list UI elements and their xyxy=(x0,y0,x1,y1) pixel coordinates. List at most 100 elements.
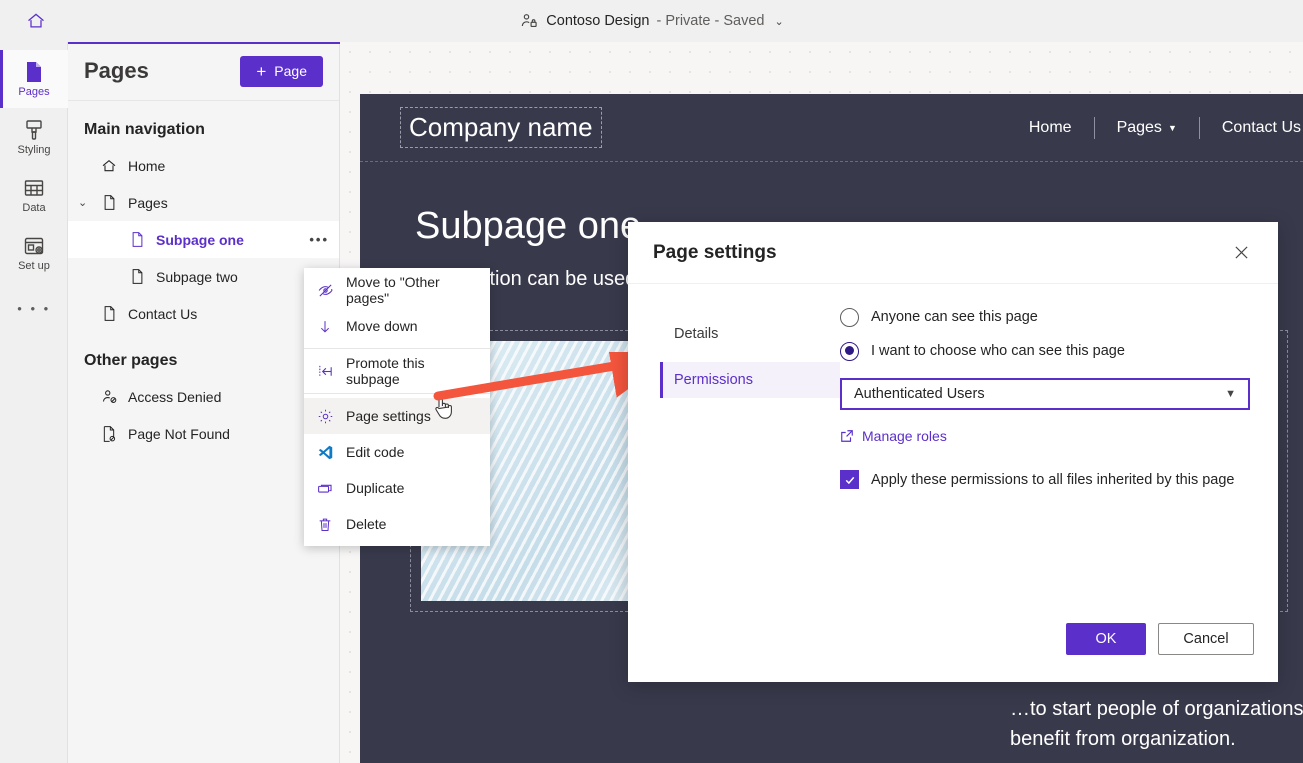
chevron-down-icon[interactable]: ⌄ xyxy=(78,196,87,209)
site-company-name[interactable]: Company name xyxy=(400,107,602,148)
permissions-fields: Anyone can see this page I want to choos… xyxy=(840,302,1278,596)
trash-icon xyxy=(316,516,334,533)
add-page-button[interactable]: + Page xyxy=(240,56,323,87)
site-nav-contact-us[interactable]: Contact Us xyxy=(1200,119,1303,137)
radio-icon-checked xyxy=(840,342,859,361)
chevron-down-icon[interactable]: ⌄ xyxy=(774,15,783,28)
file-icon xyxy=(98,194,120,211)
vscode-icon xyxy=(316,444,334,461)
ctx-label-promote-this-subpage: Promote this subpage xyxy=(346,355,478,387)
ctx-label-page-settings: Page settings xyxy=(346,408,431,424)
nav-item-page-not-found[interactable]: Page Not Found xyxy=(68,415,339,452)
ctx-item-move-to-other-pages[interactable]: Move to "Other pages" xyxy=(304,272,490,308)
project-name: Contoso Design xyxy=(546,13,649,29)
rail-item-data[interactable]: Data xyxy=(0,166,68,224)
nav-label-contact-us: Contact Us xyxy=(128,306,197,322)
rail-more-button[interactable]: • • • xyxy=(0,282,68,334)
file-icon xyxy=(98,305,120,322)
tab-details[interactable]: Details xyxy=(660,316,840,352)
pages-panel: Pages + Page Main navigation Home ⌄ Page… xyxy=(68,42,340,763)
site-nav-pages[interactable]: Pages ▼ xyxy=(1095,119,1199,137)
person-blocked-icon xyxy=(98,388,120,405)
add-page-label: Page xyxy=(274,63,307,79)
dialog-tab-list: Details Permissions xyxy=(628,302,840,596)
rail-label-pages: Pages xyxy=(18,87,49,98)
nav-item-subpage-one[interactable]: Subpage one ••• xyxy=(68,221,339,258)
dialog-title: Page settings xyxy=(653,242,777,264)
ctx-item-edit-code[interactable]: Edit code xyxy=(304,434,490,470)
dialog-header: Page settings xyxy=(628,222,1278,284)
nav-item-pages[interactable]: ⌄ Pages xyxy=(68,184,339,221)
page-context-menu: Move to "Other pages" Move down Promote … xyxy=(304,268,490,546)
file-blocked-icon xyxy=(98,425,120,443)
pages-panel-header: Pages + Page xyxy=(68,42,339,101)
home-button[interactable] xyxy=(20,6,52,36)
roles-select[interactable]: Authenticated Users ▼ xyxy=(840,378,1250,410)
rail-label-setup: Set up xyxy=(18,261,50,272)
project-meta: - Private - Saved xyxy=(656,13,764,29)
tab-permissions-label: Permissions xyxy=(674,372,753,388)
ctx-item-delete[interactable]: Delete xyxy=(304,506,490,542)
site-nav-home[interactable]: Home xyxy=(1007,119,1094,137)
rail-label-styling: Styling xyxy=(17,145,50,156)
nav-label-pages: Pages xyxy=(128,195,168,211)
ctx-item-promote-this-subpage[interactable]: Promote this subpage xyxy=(304,353,490,389)
nav-label-page-not-found: Page Not Found xyxy=(128,426,230,442)
rail-label-data: Data xyxy=(22,203,45,214)
site-nav-contact-label: Contact Us xyxy=(1222,119,1301,137)
close-icon xyxy=(1234,245,1249,260)
ok-button[interactable]: OK xyxy=(1066,623,1146,655)
ctx-item-duplicate[interactable]: Duplicate xyxy=(304,470,490,506)
table-icon xyxy=(22,176,46,200)
roles-select-value: Authenticated Users xyxy=(854,386,985,402)
site-body-text[interactable]: …to start people of organizations benefi… xyxy=(1010,694,1303,754)
nav-item-home[interactable]: Home xyxy=(68,147,339,184)
radio-choose-who-can-see[interactable]: I want to choose who can see this page xyxy=(840,336,1250,366)
ctx-label-duplicate: Duplicate xyxy=(346,480,404,496)
ctx-label-move-to-other-pages: Move to "Other pages" xyxy=(346,274,478,306)
left-rail: Pages Styling Data Set up • • • xyxy=(0,42,68,763)
gear-icon xyxy=(316,408,334,425)
checkbox-checked-icon xyxy=(840,470,859,489)
apply-permissions-label: Apply these permissions to all files inh… xyxy=(871,472,1235,488)
radio-anyone-can-see[interactable]: Anyone can see this page xyxy=(840,302,1250,332)
nav-item-access-denied[interactable]: Access Denied xyxy=(68,378,339,415)
private-people-icon xyxy=(519,11,539,31)
paintbrush-icon xyxy=(22,118,46,142)
ctx-item-page-settings[interactable]: Page settings xyxy=(304,398,490,434)
radio-icon-unchecked xyxy=(840,308,859,327)
pages-panel-title: Pages xyxy=(84,58,149,84)
nav-item-contact-us[interactable]: Contact Us xyxy=(68,295,339,332)
rail-item-pages[interactable]: Pages xyxy=(0,50,68,108)
rail-item-styling[interactable]: Styling xyxy=(0,108,68,166)
promote-icon xyxy=(316,363,334,380)
project-title[interactable]: Contoso Design - Private - Saved ⌄ xyxy=(519,11,783,31)
nav-label-subpage-one: Subpage one xyxy=(156,232,244,248)
ctx-label-edit-code: Edit code xyxy=(346,444,404,460)
dialog-footer: OK Cancel xyxy=(628,596,1278,682)
mouse-cursor-pointing-hand xyxy=(432,394,454,420)
ctx-label-delete: Delete xyxy=(346,516,386,532)
page-icon xyxy=(22,60,46,84)
nav-item-subpage-two[interactable]: Subpage two xyxy=(68,258,339,295)
site-nav-pages-label: Pages xyxy=(1117,119,1162,137)
rail-item-setup[interactable]: Set up xyxy=(0,224,68,282)
tab-permissions[interactable]: Permissions xyxy=(660,362,840,398)
chevron-down-icon: ▼ xyxy=(1168,123,1177,133)
site-nav: Home Pages ▼ Contact Us xyxy=(1007,117,1303,139)
duplicate-icon xyxy=(316,480,334,497)
section-title-main-navigation: Main navigation xyxy=(68,101,339,147)
home-icon xyxy=(98,158,120,174)
close-button[interactable] xyxy=(1224,236,1258,270)
page-settings-dialog: Page settings Details Permissions Anyone… xyxy=(628,222,1278,682)
nav-item-more-button[interactable]: ••• xyxy=(309,232,329,247)
home-icon xyxy=(26,11,46,31)
manage-roles-link[interactable]: Manage roles xyxy=(840,428,947,444)
ctx-item-move-down[interactable]: Move down xyxy=(304,308,490,344)
hide-eye-icon xyxy=(316,282,334,299)
apply-permissions-checkbox-row[interactable]: Apply these permissions to all files inh… xyxy=(840,470,1250,489)
cancel-button[interactable]: Cancel xyxy=(1158,623,1254,655)
file-icon xyxy=(126,268,148,285)
nav-label-home: Home xyxy=(128,158,165,174)
ctx-divider xyxy=(304,348,490,349)
